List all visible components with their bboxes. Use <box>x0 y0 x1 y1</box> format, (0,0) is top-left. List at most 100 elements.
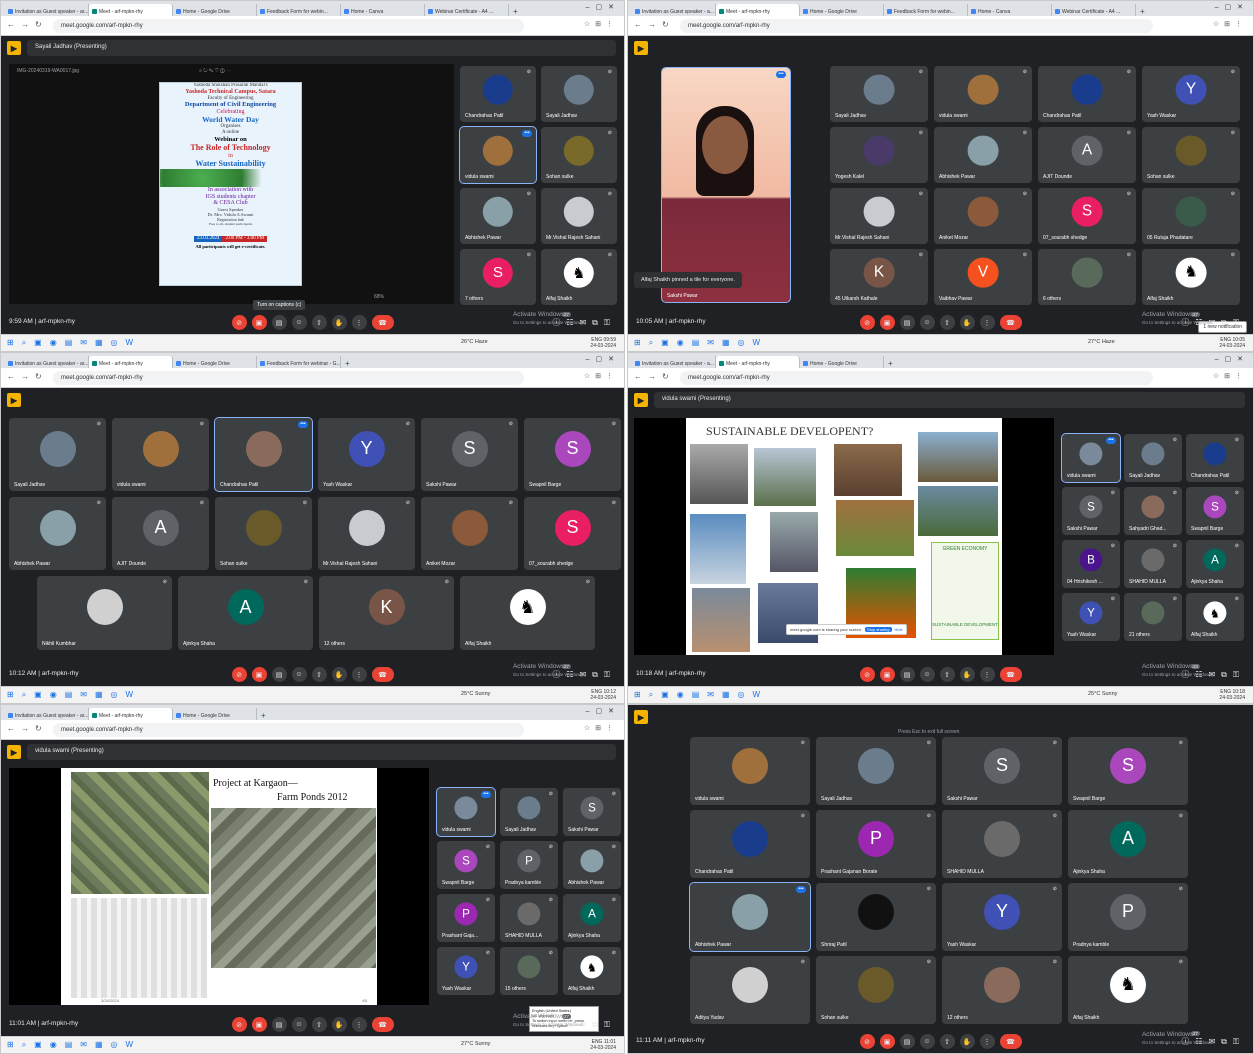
participant-tile[interactable]: Y Yash Waskar ⊘ <box>437 947 495 995</box>
new-tab-icon[interactable]: + <box>884 359 897 368</box>
url-field[interactable]: meet.google.com/arf-mpkn-rhy <box>53 371 524 385</box>
participant-tile[interactable]: vidula swami ••• <box>436 787 496 837</box>
participant-tile[interactable]: Y Yash Waskar ⊘ <box>1062 593 1120 641</box>
pinned-video-tile[interactable]: ••• Sakshi Pawar <box>661 67 791 303</box>
window-controls[interactable]: –▢✕ <box>586 355 620 363</box>
emoji-button[interactable]: ☺ <box>919 667 935 682</box>
camera-off-button[interactable]: ▣ <box>879 667 895 682</box>
participant-tile[interactable]: ♞ Alfaj Shaikh ⊘ <box>1142 249 1240 305</box>
new-tab-icon[interactable]: + <box>257 711 270 720</box>
nav-buttons[interactable]: ←→↻ <box>7 724 48 733</box>
browser-tools-icon[interactable]: ☆⊞⋮ <box>1213 372 1247 380</box>
present-button[interactable]: ⇧ <box>311 667 327 682</box>
stop-sharing-button[interactable]: Stop sharing <box>865 627 892 632</box>
participant-tile[interactable]: Chandrahas Patil ⊘ <box>1186 434 1244 482</box>
browser-tab[interactable]: Feedback Form for webinar - G... <box>257 356 341 368</box>
participant-tile[interactable]: Sohan sulke ⊘ <box>816 956 936 1024</box>
participant-tile[interactable]: Aniket Mozar ⊘ <box>421 497 518 570</box>
mic-off-button[interactable]: ⊘ <box>859 667 875 682</box>
taskbar-app-icons[interactable]: ⊞⌕▣◉▤✉▦◎W <box>7 1040 141 1050</box>
browser-tools-icon[interactable]: ☆⊞⋮ <box>584 372 618 380</box>
participant-tile[interactable]: Mr.Vishal Rajesh Sahani ⊘ <box>541 188 617 244</box>
browser-tab[interactable]: Meet - arf-mpkn-rhy <box>89 356 173 368</box>
browser-tab[interactable]: Feedback Form for webin... <box>257 4 341 16</box>
captions-button[interactable]: ▤ <box>271 315 287 330</box>
new-tab-icon[interactable]: + <box>509 7 522 16</box>
browser-tab[interactable]: Meet - arf-mpkn-rhy <box>89 708 173 720</box>
raise-hand-button[interactable]: ✋ <box>959 1034 975 1049</box>
participant-tile[interactable]: Nikhil Kumbhar ⊘ <box>37 576 172 650</box>
browser-tools-icon[interactable]: ☆⊞⋮ <box>1213 20 1247 28</box>
participant-tile[interactable]: vidula swami ⊘ <box>934 66 1032 122</box>
participant-tile[interactable]: Yogesh Kalel ⊘ <box>830 127 928 183</box>
captions-button[interactable]: ▤ <box>271 1017 287 1032</box>
browser-tab[interactable]: Invitation as Guest speaker - ar... <box>5 708 89 720</box>
browser-tab[interactable]: Home - Canva <box>341 4 425 16</box>
browser-tools-icon[interactable]: ☆⊞⋮ <box>584 20 618 28</box>
participant-tile[interactable]: P Pradnya kamble ⊘ <box>500 841 558 889</box>
participant-tile[interactable]: ♞ Alfaj Shaikh ⊘ <box>460 576 595 650</box>
browser-tab[interactable]: Home - Google Drive <box>800 4 884 16</box>
participant-tile[interactable]: Sayali Jadhav ⊘ <box>9 418 106 491</box>
more-options-button[interactable]: ⋮ <box>979 1034 995 1049</box>
more-options-button[interactable]: ⋮ <box>979 315 995 330</box>
mic-off-button[interactable]: ⊘ <box>859 315 875 330</box>
participant-tile[interactable]: A Ajinkya Shaha ⊘ <box>178 576 313 650</box>
raise-hand-button[interactable]: ✋ <box>331 1017 347 1032</box>
mic-off-button[interactable]: ⊘ <box>231 315 247 330</box>
window-controls[interactable]: –▢✕ <box>586 707 620 715</box>
participant-tile[interactable]: Sayali Jadhav ⊘ <box>500 788 558 836</box>
browser-tab[interactable]: Invitation as Guest speaker - a... <box>632 4 716 16</box>
participant-tile[interactable]: Sohan sulke ⊘ <box>541 127 617 183</box>
participant-tile[interactable]: S Sakshi Pawar ⊘ <box>942 737 1062 805</box>
participant-tile[interactable]: Abhishek Pawar ⊘ <box>934 127 1032 183</box>
browser-tab[interactable]: Webinar Certificate - A4 ... <box>1052 4 1136 16</box>
participant-tile[interactable]: S Sakshi Pawar ⊘ <box>563 788 621 836</box>
participant-tile[interactable]: Chandrahas Patil ⊘ <box>460 66 536 122</box>
captions-button[interactable]: ▤ <box>271 667 287 682</box>
raise-hand-button[interactable]: ✋ <box>331 315 347 330</box>
participant-tile[interactable]: Chandrahas Patil ⊘ <box>1038 66 1136 122</box>
participant-tile[interactable]: K 45 Utkarsh Kathale ⊘ <box>830 249 928 305</box>
participant-tile[interactable]: SHAHID MULLA ⊘ <box>500 894 558 942</box>
present-button[interactable]: ⇧ <box>939 1034 955 1049</box>
weather-widget[interactable]: 25°C Sunny <box>1088 691 1117 697</box>
viewer-tools-icon[interactable]: ⌕ ↻ ✎ ♡ ⓘ ⋯ <box>199 68 231 74</box>
participant-tile[interactable]: B 04 Hrishikesh ... ⊘ <box>1062 540 1120 588</box>
participant-tile[interactable]: Aditya Yadav ⊘ <box>690 956 810 1024</box>
nav-buttons[interactable]: ←→↻ <box>7 20 48 29</box>
participant-tile[interactable]: A AJIT Dounde ⊘ <box>112 497 209 570</box>
browser-tab[interactable]: Invitation as Guest speaker - a... <box>632 356 716 368</box>
participant-tile[interactable]: A Ajinkya Shaha ⊘ <box>563 894 621 942</box>
hide-button[interactable]: Hide <box>895 627 903 632</box>
browser-tab[interactable]: Meet - arf-mpkn-rhy <box>716 4 800 16</box>
participant-tile[interactable]: P Prashant Gajanan Borate ⊘ <box>816 810 936 878</box>
participant-tile[interactable]: Abhishek Pawar ••• <box>689 882 811 952</box>
present-button[interactable]: ⇧ <box>311 1017 327 1032</box>
camera-off-button[interactable]: ▣ <box>251 315 267 330</box>
browser-tab[interactable]: Home - Google Drive <box>173 4 257 16</box>
window-controls[interactable]: –▢✕ <box>1215 3 1249 11</box>
participant-tile[interactable]: S Sakshi Pawar ⊘ <box>421 418 518 491</box>
new-tab-icon[interactable]: + <box>1136 7 1149 16</box>
emoji-button[interactable]: ☺ <box>291 315 307 330</box>
leave-call-button[interactable]: ☎ <box>999 315 1022 330</box>
weather-widget[interactable]: 27°C Haze <box>1088 339 1115 345</box>
taskbar-app-icons[interactable]: ⊞⌕▣◉▤✉▦◎W <box>7 338 141 348</box>
weather-widget[interactable]: 27°C Sunny <box>461 1041 490 1047</box>
participant-tile[interactable]: 12 others ⊘ <box>942 956 1062 1024</box>
participant-tile[interactable]: Chandrahas Patil ••• <box>214 417 313 492</box>
browser-tab[interactable]: Home - Google Drive <box>173 356 257 368</box>
camera-off-button[interactable]: ▣ <box>251 1017 267 1032</box>
leave-call-button[interactable]: ☎ <box>999 667 1022 682</box>
participant-tile[interactable]: K 12 others ⊘ <box>319 576 454 650</box>
more-options-button[interactable]: ⋮ <box>351 315 367 330</box>
participant-tile[interactable]: S 07_sourabh shedge ⊘ <box>524 497 621 570</box>
browser-tab[interactable]: Home - Google Drive <box>800 356 884 368</box>
participant-tile[interactable]: ♞ Alfaj Shaikh ⊘ <box>541 249 617 305</box>
participant-tile[interactable]: Sahyadri Ghad... ⊘ <box>1124 487 1182 535</box>
participant-tile[interactable]: Y Yash Waskar ⊘ <box>942 883 1062 951</box>
more-options-button[interactable]: ⋮ <box>979 667 995 682</box>
more-options-button[interactable]: ⋮ <box>351 1017 367 1032</box>
emoji-button[interactable]: ☺ <box>291 1017 307 1032</box>
